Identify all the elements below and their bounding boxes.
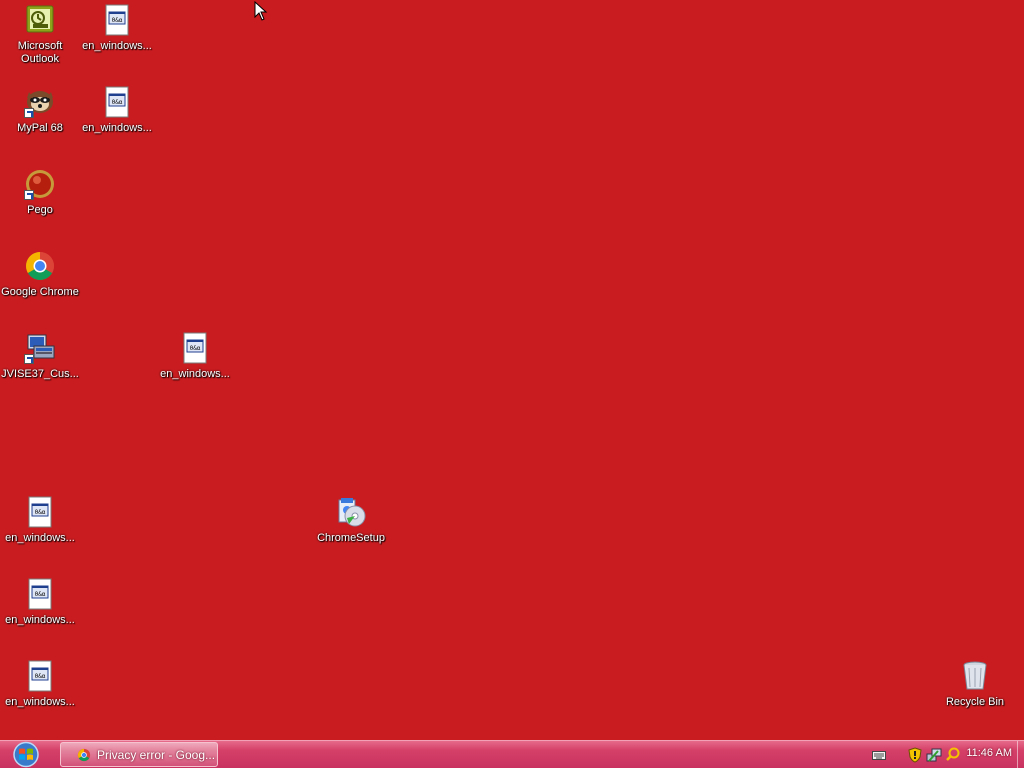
- document-icon: 0&α: [179, 332, 211, 364]
- svg-text:0&α: 0&α: [35, 509, 46, 516]
- outlook-icon: [24, 4, 56, 36]
- desktop-icon-label: en_windows...: [82, 40, 152, 52]
- setup-icon: [335, 496, 367, 528]
- chrome-icon: [77, 748, 91, 761]
- mypal-icon: [24, 86, 56, 118]
- desktop-icon-document[interactable]: 0&α en_windows...: [1, 496, 79, 545]
- desktop-icon-label: en_windows...: [82, 122, 152, 134]
- svg-text:0&α: 0&α: [35, 591, 46, 598]
- document-icon: 0&α: [101, 4, 133, 36]
- desktop-icon-label: JVISE37_Cus...: [1, 368, 79, 380]
- chrome-icon: [24, 250, 56, 282]
- desktop-icon-recycle-bin[interactable]: Recycle Bin: [936, 660, 1014, 709]
- installer-icon: [24, 332, 56, 364]
- desktop-icon-label: Recycle Bin: [945, 696, 1005, 708]
- document-icon: 0&α: [24, 496, 56, 528]
- shortcut-arrow-icon: [24, 354, 34, 364]
- pego-icon: [24, 168, 56, 200]
- document-icon: 0&α: [24, 578, 56, 610]
- desktop-icon-mypal[interactable]: MyPal 68: [1, 86, 79, 135]
- svg-text:0&α: 0&α: [35, 673, 46, 680]
- desktop-icon-label: Pego: [27, 204, 53, 216]
- desktop-icon-pego[interactable]: Pego: [1, 168, 79, 217]
- show-desktop-button[interactable]: [1017, 741, 1024, 768]
- system-tray: 11:46 AM: [864, 741, 1024, 768]
- desktop-icon-document[interactable]: 0&α en_windows...: [78, 86, 156, 135]
- taskbar-item-label: Privacy error - Goog...: [97, 747, 216, 762]
- desktop-icon-chromesetup[interactable]: ChromeSetup: [312, 496, 390, 545]
- search-icon[interactable]: [946, 747, 960, 761]
- desktop-icon-document[interactable]: 0&α en_windows...: [156, 332, 234, 381]
- desktop-icon-chrome[interactable]: Google Chrome: [1, 250, 79, 299]
- mouse-pointer-icon: [254, 1, 268, 21]
- desktop-icon-document[interactable]: 0&α en_windows...: [1, 660, 79, 709]
- document-icon: 0&α: [24, 660, 56, 692]
- svg-text:0&α: 0&α: [112, 99, 123, 106]
- desktop-icon-label: en_windows...: [5, 614, 75, 626]
- taskbar-item-chrome[interactable]: Privacy error - Goog...: [60, 742, 218, 767]
- shortcut-arrow-icon: [24, 190, 34, 200]
- keyboard-icon[interactable]: [872, 749, 886, 761]
- taskbar: Privacy error - Goog... 11:46 AM: [0, 740, 1024, 768]
- desktop-icon-jvise[interactable]: JVISE37_Cus...: [1, 332, 79, 381]
- desktop-icon-document[interactable]: 0&α en_windows...: [1, 578, 79, 627]
- svg-text:0&α: 0&α: [112, 17, 123, 24]
- desktop-icon-label: ChromeSetup: [317, 532, 385, 544]
- desktop-icon-document[interactable]: 0&α en_windows...: [78, 4, 156, 53]
- desktop-icon-label: en_windows...: [160, 368, 230, 380]
- document-icon: 0&α: [101, 86, 133, 118]
- desktop-icon-label: en_windows...: [5, 696, 75, 708]
- desktop-icon-label: en_windows...: [5, 532, 75, 544]
- desktop-icon-label: Google Chrome: [1, 286, 79, 298]
- start-button[interactable]: [8, 741, 44, 768]
- windows-start-icon: [13, 741, 39, 768]
- network-icon[interactable]: [926, 747, 942, 763]
- security-shield-icon[interactable]: [908, 747, 922, 763]
- shortcut-arrow-icon: [24, 108, 34, 118]
- desktop-icon-outlook[interactable]: Microsoft Outlook: [1, 4, 79, 66]
- desktop: Microsoft Outlook 0&α en_windows... MyPa…: [0, 0, 1024, 740]
- svg-text:0&α: 0&α: [190, 345, 201, 352]
- desktop-icon-label: Microsoft Outlook: [17, 40, 63, 65]
- taskbar-clock[interactable]: 11:46 AM: [966, 747, 1012, 759]
- recycle-bin-icon: [959, 660, 991, 692]
- desktop-icon-label: MyPal 68: [17, 122, 63, 134]
